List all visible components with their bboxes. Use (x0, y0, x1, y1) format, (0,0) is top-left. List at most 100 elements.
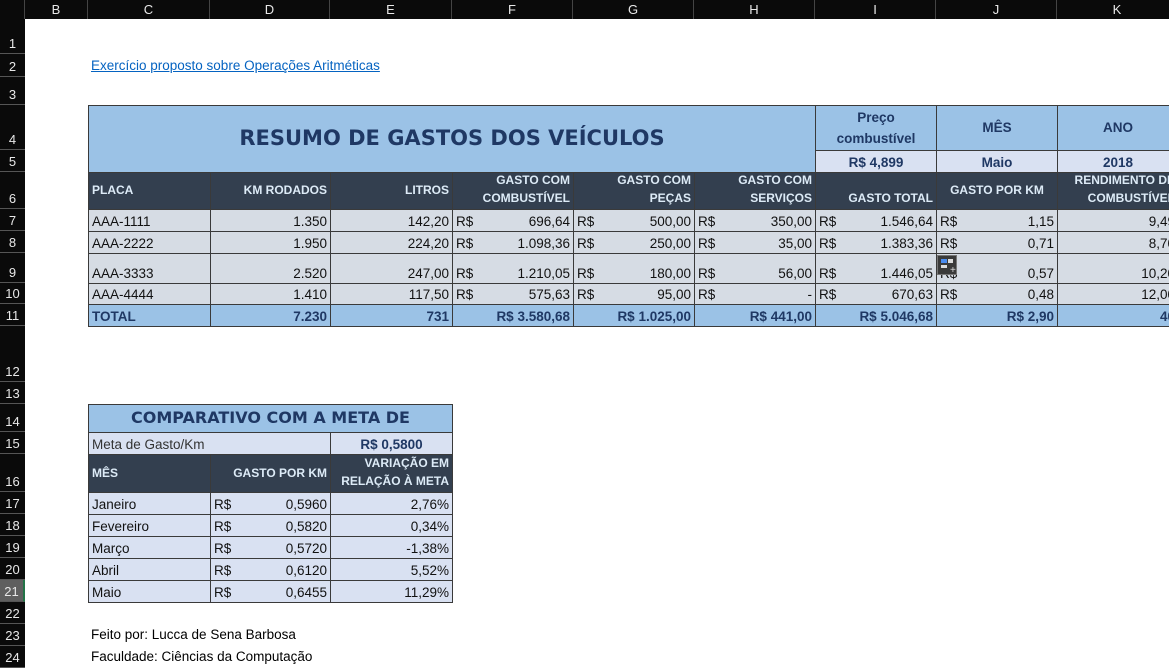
total-label[interactable]: TOTAL (88, 304, 211, 327)
plate-cell[interactable]: AAA-4444 (88, 283, 211, 305)
row-header-10[interactable]: 10 (0, 283, 25, 304)
row-header-15[interactable]: 15 (0, 432, 25, 454)
parts-cost-cell[interactable]: R$ 180,00 (573, 253, 695, 284)
row-header-16[interactable]: 16 (0, 454, 25, 492)
variation-cell[interactable]: -1,38% (330, 536, 453, 559)
column-title-3[interactable]: LITROS (330, 172, 453, 210)
total-rendimento[interactable]: 40 (1057, 304, 1169, 327)
comparison-header-variation[interactable]: VARIAÇÃO EM RELAÇÃO À META (330, 454, 453, 493)
total-cost-cell[interactable]: R$ 670,63 (815, 283, 937, 305)
column-title-2[interactable]: KM RODADOS (210, 172, 331, 210)
column-header-g[interactable]: G (573, 0, 694, 19)
row-header-8[interactable]: 8 (0, 231, 25, 253)
column-title-1[interactable]: PLACA (88, 172, 211, 210)
row-header-12[interactable]: 12 (0, 326, 25, 382)
row-header-9[interactable]: 9 (0, 253, 25, 283)
km-cell[interactable]: 1.950 (210, 231, 331, 254)
row-header-20[interactable]: 20 (0, 558, 25, 580)
cost-per-km-cell[interactable]: R$ 0,6120 (210, 558, 331, 581)
km-cell[interactable]: 1.350 (210, 209, 331, 232)
row-header-1[interactable]: 1 (0, 19, 25, 54)
month-cell[interactable]: Abril (88, 558, 211, 581)
row-header-17[interactable]: 17 (0, 492, 25, 514)
goal-label[interactable]: Meta de Gasto/Km (88, 432, 331, 455)
parts-cost-cell[interactable]: R$ 250,00 (573, 231, 695, 254)
row-header-19[interactable]: 19 (0, 536, 25, 558)
fuel-cost-cell[interactable]: R$ 1.210,05 (452, 253, 574, 284)
column-header-e[interactable]: E (330, 0, 452, 19)
total-por_km[interactable]: R$ 2,90 (936, 304, 1058, 327)
row-header-22[interactable]: 22 (0, 602, 25, 624)
column-header-f[interactable]: F (452, 0, 573, 19)
liters-cell[interactable]: 224,20 (330, 231, 453, 254)
variation-cell[interactable]: 11,29% (330, 580, 453, 603)
month-cell[interactable]: Março (88, 536, 211, 559)
services-cost-cell[interactable]: R$ - (694, 283, 816, 305)
variation-cell[interactable]: 5,52% (330, 558, 453, 581)
row-header-6[interactable]: 6 (0, 172, 25, 209)
quick-analysis-icon[interactable]: + (937, 255, 957, 276)
month-cell[interactable]: Maio (88, 580, 211, 603)
column-header-k[interactable]: K (1057, 0, 1169, 19)
comparison-header-month[interactable]: MÊS (88, 454, 211, 493)
fuel-price-value[interactable]: R$ 4,899 (815, 150, 937, 173)
summary-title[interactable]: RESUMO DE GASTOS DOS VEÍCULOS (88, 105, 816, 173)
month-cell[interactable]: Janeiro (88, 492, 211, 515)
comparison-title[interactable]: COMPARATIVO COM A META DE (88, 404, 453, 433)
total-cost-cell[interactable]: R$ 1.446,05 (815, 253, 937, 284)
month-cell[interactable]: Fevereiro (88, 514, 211, 537)
cost-per-km-cell[interactable]: R$ 1,15 (936, 209, 1058, 232)
row-header-13[interactable]: 13 (0, 382, 25, 404)
column-header-i[interactable]: I (815, 0, 936, 19)
cost-per-km-cell[interactable]: R$ 0,5960 (210, 492, 331, 515)
select-all-corner[interactable] (0, 0, 25, 19)
plate-cell[interactable]: AAA-3333 (88, 253, 211, 284)
comparison-header-cost[interactable]: GASTO POR KM (210, 454, 331, 493)
services-cost-cell[interactable]: R$ 56,00 (694, 253, 816, 284)
parts-cost-cell[interactable]: R$ 500,00 (573, 209, 695, 232)
cost-per-km-cell[interactable]: R$ 0,48 (936, 283, 1058, 305)
fuel-cost-cell[interactable]: R$ 1.098,36 (452, 231, 574, 254)
month-value[interactable]: Maio (936, 150, 1058, 173)
column-title-9[interactable]: RENDIMENTO DE COMBUSTÍVEL (1057, 172, 1169, 210)
row-header-7[interactable]: 7 (0, 209, 25, 231)
year-label[interactable]: ANO (1057, 105, 1169, 151)
column-title-8[interactable]: GASTO POR KM (936, 172, 1058, 210)
month-label[interactable]: MÊS (936, 105, 1058, 151)
row-header-21[interactable]: 21 (0, 580, 25, 602)
column-header-d[interactable]: D (210, 0, 330, 19)
total-servicos[interactable]: R$ 441,00 (694, 304, 816, 327)
row-header-23[interactable]: 23 (0, 624, 25, 646)
parts-cost-cell[interactable]: R$ 95,00 (573, 283, 695, 305)
fuel-efficiency-cell[interactable]: 9,49 (1057, 209, 1169, 232)
liters-cell[interactable]: 117,50 (330, 283, 453, 305)
cost-per-km-cell[interactable]: R$ 0,5720 (210, 536, 331, 559)
liters-cell[interactable]: 247,00 (330, 253, 453, 284)
row-header-24[interactable]: 24 (0, 646, 25, 668)
cost-per-km-cell[interactable]: R$ 0,71 (936, 231, 1058, 254)
row-header-14[interactable]: 14 (0, 404, 25, 432)
total-cost-cell[interactable]: R$ 1.546,64 (815, 209, 937, 232)
row-header-2[interactable]: 2 (0, 54, 25, 77)
km-cell[interactable]: 2.520 (210, 253, 331, 284)
total-total[interactable]: R$ 5.046,68 (815, 304, 937, 327)
total-cost-cell[interactable]: R$ 1.383,36 (815, 231, 937, 254)
total-km[interactable]: 7.230 (210, 304, 331, 327)
row-header-11[interactable]: 11 (0, 304, 25, 326)
column-title-6[interactable]: GASTO COM SERVIÇOS (694, 172, 816, 210)
fuel-efficiency-cell[interactable]: 10,20 (1057, 253, 1169, 284)
row-header-18[interactable]: 18 (0, 514, 25, 536)
column-header-j[interactable]: J (936, 0, 1057, 19)
column-title-7[interactable]: GASTO TOTAL (815, 172, 937, 210)
total-litros[interactable]: 731 (330, 304, 453, 327)
row-header-5[interactable]: 5 (0, 150, 25, 172)
row-header-4[interactable]: 4 (0, 105, 25, 150)
total-pecas[interactable]: R$ 1.025,00 (573, 304, 695, 327)
services-cost-cell[interactable]: R$ 350,00 (694, 209, 816, 232)
liters-cell[interactable]: 142,20 (330, 209, 453, 232)
km-cell[interactable]: 1.410 (210, 283, 331, 305)
fuel-efficiency-cell[interactable]: 12,00 (1057, 283, 1169, 305)
fuel-cost-cell[interactable]: R$ 575,63 (452, 283, 574, 305)
column-header-h[interactable]: H (694, 0, 815, 19)
column-title-4[interactable]: GASTO COM COMBUSTÍVEL (452, 172, 574, 210)
